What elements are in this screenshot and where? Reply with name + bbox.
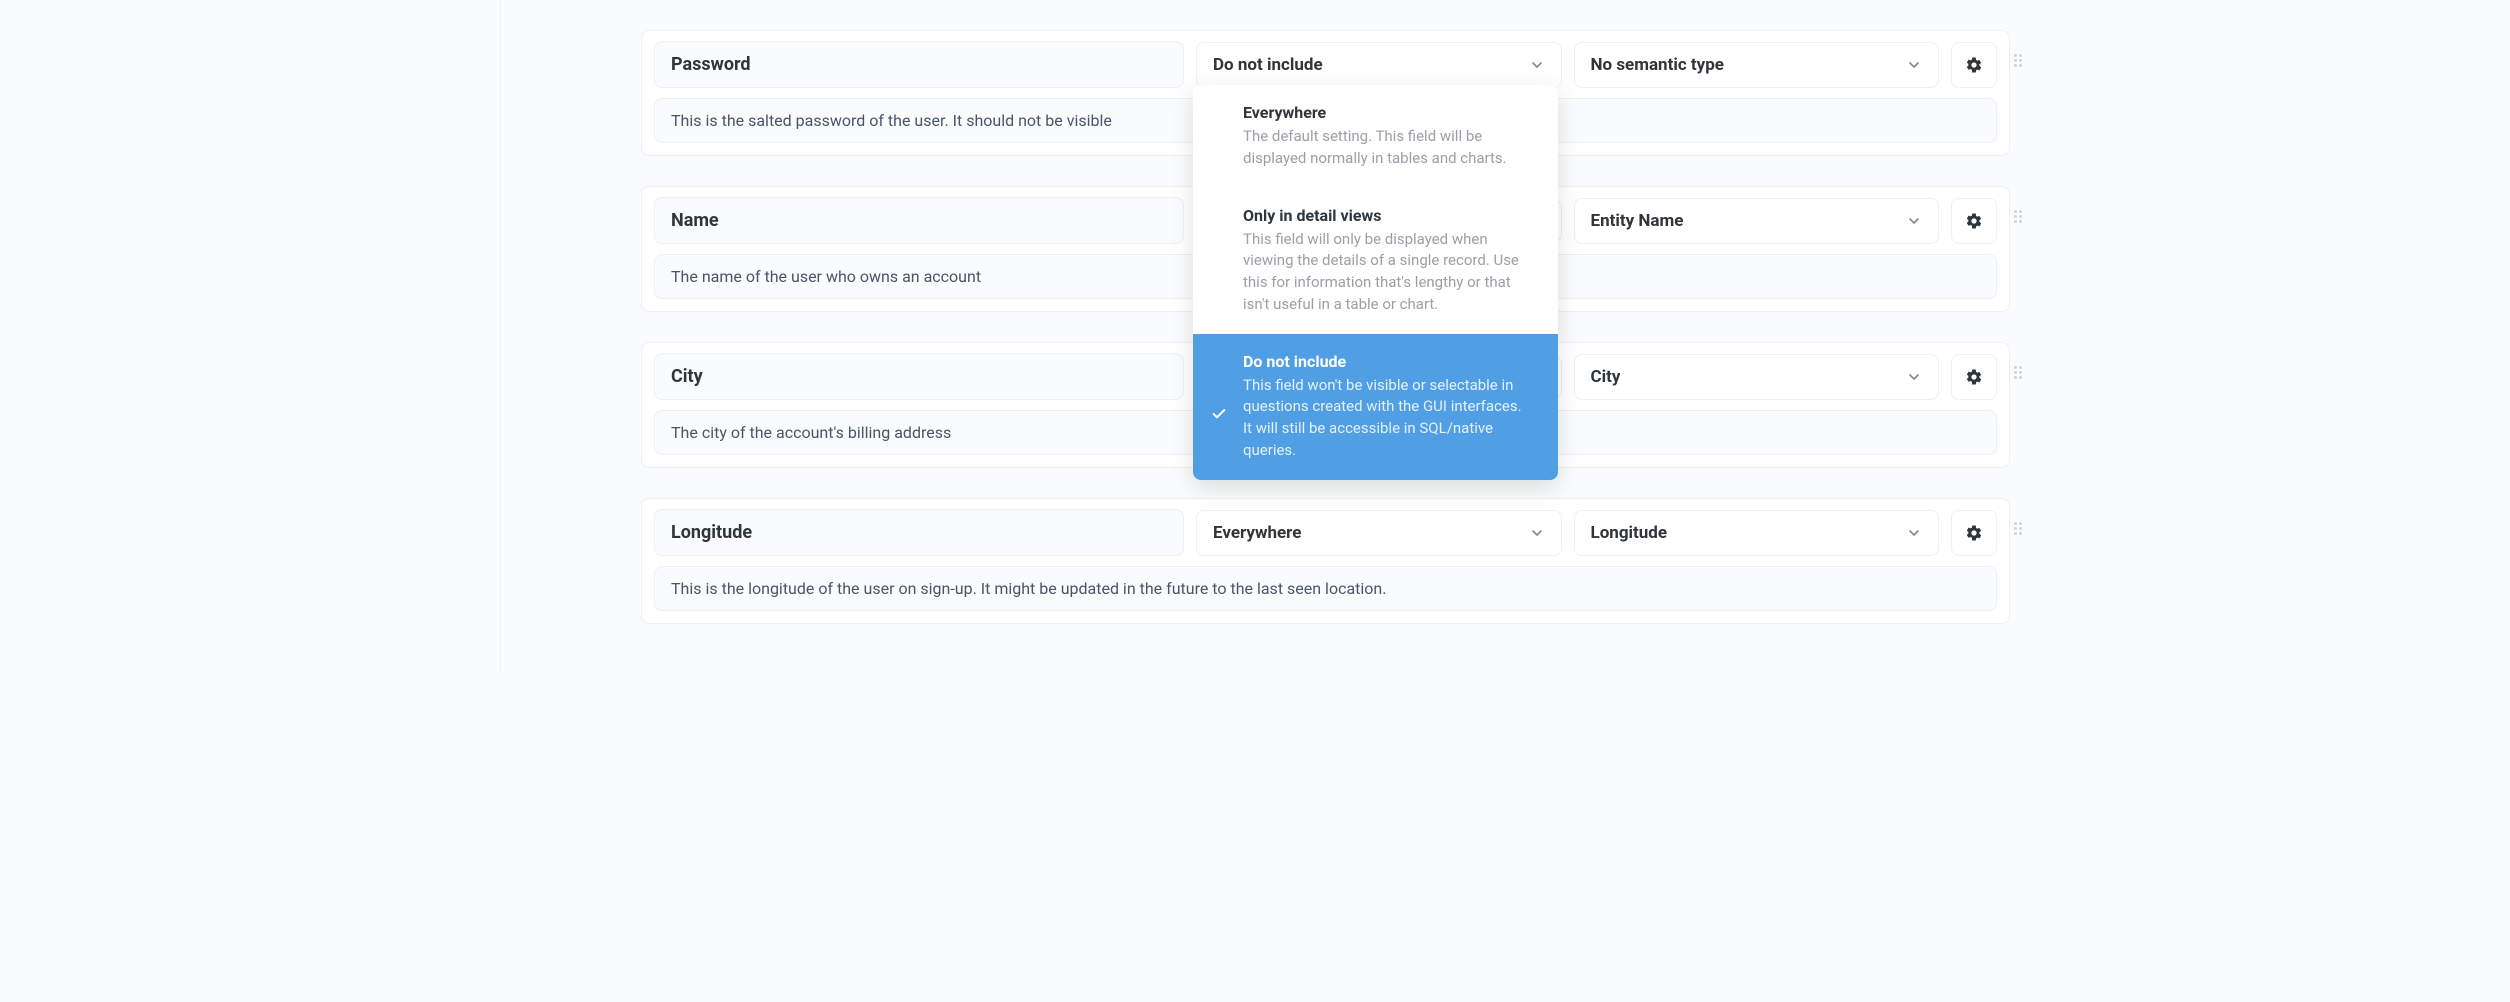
option-title: Everywhere xyxy=(1243,103,1534,122)
semantic-type-select-label: City xyxy=(1591,367,1621,387)
semantic-type-select-label: No semantic type xyxy=(1591,55,1724,75)
drag-handle[interactable] xyxy=(2013,365,2023,385)
option-description: This field won't be visible or selectabl… xyxy=(1243,375,1534,462)
gear-icon xyxy=(1965,368,1983,386)
field-row-header: Password Do not include No semantic type xyxy=(654,41,1997,88)
drag-handle[interactable] xyxy=(2013,521,2023,541)
visibility-dropdown: Everywhere The default setting. This fie… xyxy=(1193,85,1558,480)
field-settings-button[interactable] xyxy=(1951,354,1997,400)
option-description: The default setting. This field will be … xyxy=(1243,126,1534,170)
gear-icon xyxy=(1965,524,1983,542)
semantic-type-select-label: Entity Name xyxy=(1591,211,1684,231)
drag-handle[interactable] xyxy=(2013,53,2023,73)
field-name-input[interactable]: City xyxy=(654,353,1184,400)
field-name-input[interactable]: Longitude xyxy=(654,509,1184,556)
chevron-down-icon xyxy=(1906,57,1922,73)
field-name-input[interactable]: Password xyxy=(654,41,1184,88)
option-description: This field will only be displayed when v… xyxy=(1243,229,1534,316)
field-settings-button[interactable] xyxy=(1951,198,1997,244)
gear-icon xyxy=(1965,56,1983,74)
option-title: Only in detail views xyxy=(1243,206,1534,225)
field-row-header: Longitude Everywhere Longitude xyxy=(654,509,1997,556)
gear-icon xyxy=(1965,212,1983,230)
visibility-option-everywhere[interactable]: Everywhere The default setting. This fie… xyxy=(1193,85,1558,188)
field-name-input[interactable]: Name xyxy=(654,197,1184,244)
semantic-type-select[interactable]: City xyxy=(1574,354,1940,400)
chevron-down-icon xyxy=(1906,369,1922,385)
field-admin-page: Password Do not include No semantic type xyxy=(500,0,2010,674)
semantic-type-select[interactable]: Entity Name xyxy=(1574,198,1940,244)
visibility-select-label: Everywhere xyxy=(1213,523,1301,543)
drag-handle[interactable] xyxy=(2013,209,2023,229)
field-row-longitude: Longitude Everywhere Longitude xyxy=(641,498,2010,624)
chevron-down-icon xyxy=(1529,57,1545,73)
visibility-option-do-not-include[interactable]: Do not include This field won't be visib… xyxy=(1193,334,1558,480)
field-settings-button[interactable] xyxy=(1951,42,1997,88)
semantic-type-select[interactable]: Longitude xyxy=(1574,510,1940,556)
semantic-type-select[interactable]: No semantic type xyxy=(1574,42,1940,88)
visibility-select[interactable]: Everywhere xyxy=(1196,510,1562,556)
chevron-down-icon xyxy=(1529,525,1545,541)
field-description-input[interactable]: This is the longitude of the user on sig… xyxy=(654,566,1997,611)
option-title: Do not include xyxy=(1243,352,1534,371)
visibility-select-label: Do not include xyxy=(1213,55,1323,75)
check-icon xyxy=(1211,406,1227,422)
chevron-down-icon xyxy=(1906,213,1922,229)
field-settings-button[interactable] xyxy=(1951,510,1997,556)
visibility-select[interactable]: Do not include xyxy=(1196,42,1562,88)
visibility-option-only-detail[interactable]: Only in detail views This field will onl… xyxy=(1193,188,1558,334)
semantic-type-select-label: Longitude xyxy=(1591,523,1668,543)
chevron-down-icon xyxy=(1906,525,1922,541)
